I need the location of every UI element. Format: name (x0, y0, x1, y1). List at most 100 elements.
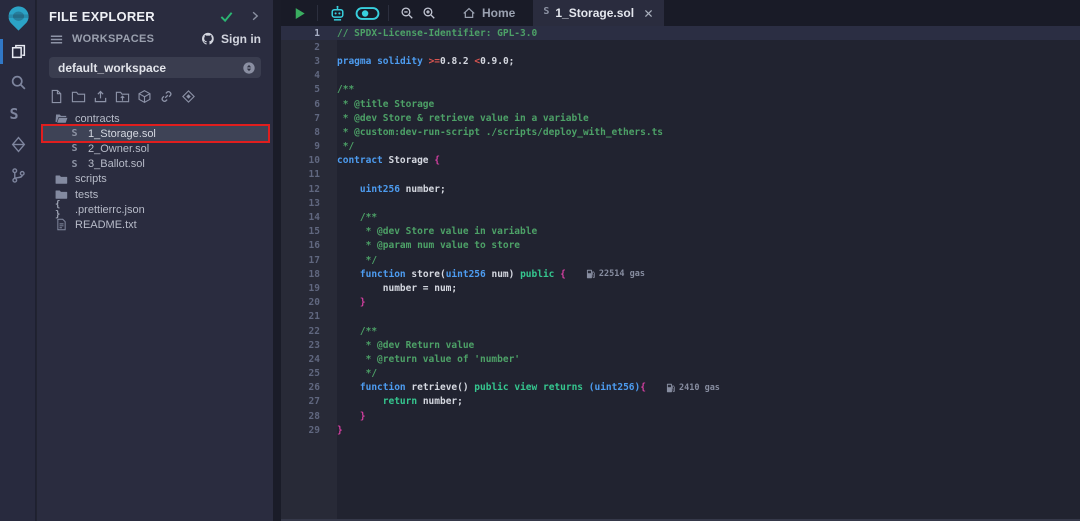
tree-item-prettierrc-json[interactable]: { }.prettierrc.json (37, 202, 273, 217)
tree-item-2-owner-sol[interactable]: S2_Owner.sol (37, 141, 273, 156)
upload-file-button[interactable] (93, 89, 108, 104)
code-line-5: 5/** (281, 83, 1080, 97)
line-number: 2 (281, 42, 320, 53)
tree-item-contracts[interactable]: contracts (37, 111, 273, 126)
code-line-7: 7 * @dev Store & retrieve value in a var… (281, 111, 1080, 125)
code-text: return number; (320, 396, 463, 407)
code-text: * @dev Return value (320, 340, 474, 351)
file-explorer-panel: FILE EXPLORER WORKSPACES Sign in default… (37, 0, 273, 521)
run-script-button[interactable] (288, 4, 310, 22)
code-line-20: 20 } (281, 296, 1080, 310)
zoom-out-button[interactable] (396, 4, 418, 22)
code-text: } (320, 425, 343, 436)
file-icon (55, 218, 68, 231)
code-line-26: 26 function retrieve() public view retur… (281, 381, 1080, 395)
code-text: * @param num value to store (320, 240, 520, 251)
tree-item-tests[interactable]: tests (37, 187, 273, 202)
chevron-right-icon[interactable] (249, 10, 261, 22)
file-explorer-header: FILE EXPLORER (37, 5, 273, 27)
code-line-25: 25 */ (281, 367, 1080, 381)
diamond-button[interactable] (181, 89, 196, 104)
activity-bar-items: S (0, 36, 35, 191)
code-text: } (320, 297, 366, 308)
cube-button[interactable] (137, 89, 152, 104)
code-line-22: 22 /** (281, 324, 1080, 338)
tree-item-1-storage-sol[interactable]: S1_Storage.sol (37, 126, 273, 141)
tree-item-label: README.txt (75, 219, 137, 231)
code-text: function store(uint256 num) public { (320, 269, 566, 280)
file-tree: contractsS1_Storage.solS2_Owner.solS3_Ba… (37, 111, 273, 233)
editor-topbar: Home S 1_Storage.sol (281, 0, 1080, 26)
copilot-toggle[interactable] (353, 4, 381, 22)
gas-estimate: 22514 gas (586, 269, 645, 279)
sidebar-item-git[interactable] (0, 160, 36, 191)
solidity-icon: S (68, 158, 81, 171)
line-number: 25 (281, 368, 320, 379)
upload-folder-button[interactable] (115, 89, 130, 104)
line-number: 23 (281, 340, 320, 351)
workspaces-menu-icon[interactable] (49, 32, 64, 47)
code-text: } (320, 411, 366, 422)
line-number: 6 (281, 99, 320, 110)
tree-item-3-ballot-sol[interactable]: S 3_Ballot.sol (37, 157, 273, 172)
code-text: */ (320, 368, 377, 379)
code-line-27: 27 return number; (281, 395, 1080, 409)
panel-resize-handle[interactable] (273, 0, 281, 521)
check-icon[interactable] (219, 9, 234, 24)
json-icon: { } (55, 203, 68, 216)
workspaces-row: WORKSPACES Sign in (37, 27, 273, 51)
tree-item-label: 3_Ballot.sol (88, 158, 145, 170)
remix-logo[interactable] (0, 0, 36, 36)
new-folder-button[interactable] (71, 89, 86, 104)
deploy-run-icon (10, 136, 27, 153)
close-tab-icon[interactable] (643, 8, 654, 19)
git-icon (10, 167, 27, 184)
search-icon (10, 74, 27, 91)
folder-open-icon (55, 112, 68, 125)
sidebar-item-deploy-run[interactable] (0, 129, 36, 160)
line-number: 9 (281, 141, 320, 152)
workspace-select[interactable]: default_workspace (49, 57, 261, 78)
new-file-button[interactable] (49, 89, 64, 104)
workspaces-label: WORKSPACES (72, 33, 192, 45)
sidebar-item-file-explorer[interactable] (0, 36, 36, 67)
code-text: pragma solidity >=0.8.2 <0.9.0; (320, 56, 514, 67)
tab-home[interactable]: Home (450, 0, 527, 26)
code-line-1: 1// SPDX-License-Identifier: GPL-3.0 (281, 26, 1080, 40)
code-editor[interactable]: 1// SPDX-License-Identifier: GPL-3.023pr… (281, 26, 1080, 521)
tree-item-label: tests (75, 189, 98, 201)
solidity-icon: S (68, 142, 81, 155)
tab-label: Home (482, 6, 515, 20)
sidebar-item-search[interactable] (0, 67, 36, 98)
tree-item-readme-txt[interactable]: README.txt (37, 217, 273, 232)
zoom-in-button[interactable] (418, 4, 440, 22)
tab-1-storage-sol[interactable]: S 1_Storage.sol (533, 0, 664, 26)
line-number: 17 (281, 255, 320, 266)
tree-item-scripts[interactable]: scripts (37, 172, 273, 187)
line-number: 19 (281, 283, 320, 294)
code-lines: 1// SPDX-License-Identifier: GPL-3.023pr… (281, 26, 1080, 437)
link-button[interactable] (159, 89, 174, 104)
tree-item-label: contracts (75, 113, 120, 125)
upload-folder-icon (115, 89, 130, 104)
line-number: 12 (281, 184, 320, 195)
workspace-selected-value: default_workspace (58, 61, 166, 75)
line-number: 11 (281, 169, 320, 180)
line-number: 8 (281, 127, 320, 138)
code-line-29: 29} (281, 423, 1080, 437)
code-text: * @dev Store & retrieve value in a varia… (320, 113, 589, 124)
gas-estimate: 2410 gas (666, 383, 720, 393)
file-explorer-actions (49, 89, 261, 104)
code-text: /** (320, 84, 354, 95)
gas-pump-icon (586, 269, 595, 279)
code-text: function retrieve() public view returns … (320, 382, 646, 393)
code-line-23: 23 * @dev Return value (281, 338, 1080, 352)
sign-in-label: Sign in (221, 32, 261, 46)
code-line-28: 28 } (281, 409, 1080, 423)
line-number: 3 (281, 56, 320, 67)
ai-copilot-button[interactable] (325, 3, 349, 23)
line-number: 18 (281, 269, 320, 280)
sidebar-item-solidity-compiler[interactable]: S (0, 98, 36, 129)
code-line-6: 6 * @title Storage (281, 97, 1080, 111)
sign-in-button[interactable]: Sign in (200, 31, 261, 47)
